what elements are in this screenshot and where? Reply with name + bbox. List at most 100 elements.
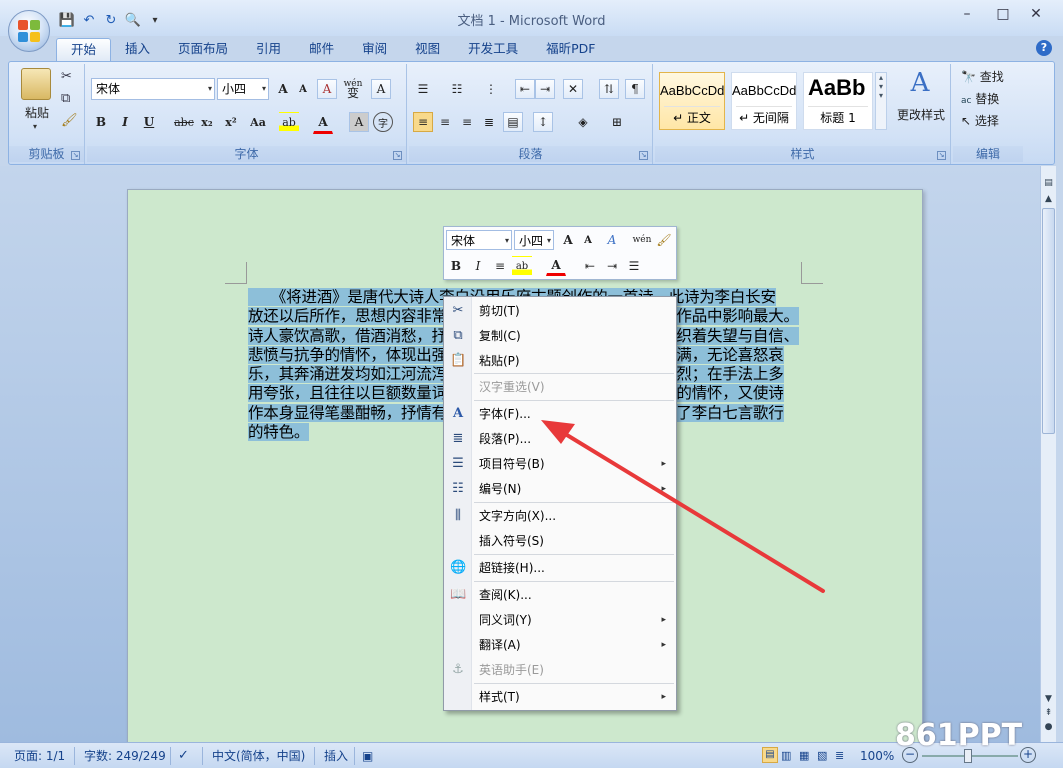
- paste-dropdown-icon[interactable]: ▾: [33, 122, 37, 131]
- underline-button[interactable]: U: [139, 112, 159, 132]
- vertical-scrollbar[interactable]: ▤ ▲ ▼ ⇞ ●: [1040, 166, 1056, 742]
- mini-increase-indent-icon[interactable]: ⇥: [602, 256, 622, 276]
- italic-button[interactable]: I: [115, 112, 135, 132]
- mini-italic-button[interactable]: I: [468, 256, 488, 276]
- mini-decrease-indent-icon[interactable]: ⇤: [580, 256, 600, 276]
- align-center-icon[interactable]: ≡: [435, 112, 455, 132]
- menu-item-hyperlink[interactable]: 🌐 超链接(H)...: [444, 556, 676, 580]
- scrollbar-thumb[interactable]: [1042, 208, 1055, 434]
- menu-item-research[interactable]: 📖 查阅(K)...: [444, 583, 676, 607]
- word-count[interactable]: 字数: 249/249: [84, 747, 166, 765]
- menu-item-text-direction[interactable]: ⫼ 文字方向(X)...: [444, 504, 676, 528]
- superscript-button[interactable]: x²: [221, 112, 241, 132]
- borders-icon[interactable]: ⊞: [607, 112, 627, 132]
- mini-center-icon[interactable]: ≡: [490, 256, 510, 276]
- clipboard-launcher-icon[interactable]: ↘: [71, 151, 80, 160]
- tab-page-layout[interactable]: 页面布局: [164, 38, 242, 62]
- justify-icon[interactable]: ≣: [479, 112, 499, 132]
- menu-item-font[interactable]: A 字体(F)...: [444, 402, 676, 426]
- mini-shrink-font-icon[interactable]: A: [578, 230, 598, 250]
- shrink-font-icon[interactable]: A: [293, 79, 313, 99]
- menu-item-synonyms[interactable]: 同义词(Y) ▸: [444, 608, 676, 632]
- paste-icon[interactable]: [21, 68, 51, 100]
- mini-highlight-icon[interactable]: ab: [512, 256, 532, 276]
- copy-icon[interactable]: ⧉: [61, 91, 70, 106]
- proofing-icon[interactable]: ✓: [178, 747, 189, 765]
- zoom-level[interactable]: 100%: [860, 747, 894, 765]
- sort-icon[interactable]: ⇅: [599, 79, 619, 99]
- bold-button[interactable]: B: [91, 112, 111, 132]
- character-shading-button[interactable]: A: [349, 112, 369, 132]
- menu-item-paragraph[interactable]: ≣ 段落(P)...: [444, 427, 676, 451]
- highlight-color-button[interactable]: ab: [279, 112, 299, 132]
- mini-bullets-icon[interactable]: ☰: [624, 256, 644, 276]
- bullets-icon[interactable]: ☰: [413, 79, 433, 99]
- format-painter-icon[interactable]: 🖌: [61, 113, 78, 128]
- line-spacing-icon[interactable]: ↕: [533, 112, 553, 132]
- tab-mailings[interactable]: 邮件: [295, 38, 348, 62]
- tab-home[interactable]: 开始: [56, 38, 112, 62]
- font-launcher-icon[interactable]: ↘: [393, 151, 402, 160]
- replace-button[interactable]: ac 替换: [961, 90, 999, 107]
- mini-bold-button[interactable]: B: [446, 256, 466, 276]
- macro-record-icon[interactable]: ▣: [362, 747, 373, 765]
- grow-font-icon[interactable]: A: [273, 79, 293, 99]
- enclose-characters-button[interactable]: 字: [373, 112, 393, 132]
- mini-grow-font-icon[interactable]: A: [558, 230, 578, 250]
- decrease-indent-icon[interactable]: ⇤: [515, 79, 535, 99]
- menu-item-bullets[interactable]: ☰ 项目符号(B) ▸: [444, 452, 676, 476]
- zoom-in-button[interactable]: +: [1020, 747, 1036, 763]
- change-case-button[interactable]: Aa: [245, 112, 271, 132]
- show-marks-icon[interactable]: ¶: [625, 79, 645, 99]
- find-button[interactable]: 🔭 查找: [961, 68, 1004, 85]
- mini-styles-icon[interactable]: A: [602, 230, 622, 250]
- clear-format-icon[interactable]: A: [317, 79, 337, 99]
- subscript-button[interactable]: x₂: [197, 112, 217, 132]
- page-count[interactable]: 页面: 1/1: [14, 747, 65, 765]
- font-size-combo[interactable]: 小四 ▾: [217, 78, 269, 100]
- menu-item-numbering[interactable]: ☷ 编号(N) ▸: [444, 477, 676, 501]
- shading-icon[interactable]: ◈: [573, 112, 593, 132]
- tab-references[interactable]: 引用: [242, 38, 295, 62]
- style-normal[interactable]: AaBbCcDd ↵ 正文: [659, 72, 725, 130]
- change-styles-button[interactable]: 更改样式: [893, 106, 949, 123]
- align-left-icon[interactable]: ≡: [413, 112, 433, 132]
- scroll-down-icon[interactable]: ▼: [1043, 694, 1054, 704]
- tab-developer[interactable]: 开发工具: [454, 38, 532, 62]
- close-button[interactable]: ✕: [1021, 6, 1051, 26]
- mini-phonetic-icon[interactable]: wén: [632, 230, 652, 250]
- select-button[interactable]: ↖ 选择: [961, 112, 999, 129]
- insert-mode[interactable]: 插入: [324, 747, 348, 765]
- previous-page-icon[interactable]: ⇞: [1043, 708, 1054, 718]
- draft-icon[interactable]: ≣: [835, 747, 844, 765]
- outline-icon[interactable]: ▧: [817, 747, 827, 765]
- ruler-toggle-icon[interactable]: ▤: [1043, 178, 1054, 190]
- font-name-combo[interactable]: 宋体 ▾: [91, 78, 215, 100]
- strikethrough-button[interactable]: abc: [171, 112, 197, 132]
- menu-item-insert-symbol[interactable]: 插入符号(S): [444, 529, 676, 553]
- web-layout-icon[interactable]: ▦: [799, 747, 809, 765]
- full-screen-reading-icon[interactable]: ▥: [781, 747, 791, 765]
- office-button[interactable]: [8, 10, 50, 52]
- maximize-button[interactable]: □: [988, 6, 1018, 26]
- mini-font-size-combo[interactable]: 小四 ▾: [514, 230, 554, 250]
- menu-item-styles[interactable]: 样式(T) ▸: [444, 685, 676, 709]
- mini-format-painter-icon[interactable]: 🖌: [654, 230, 674, 250]
- cut-icon[interactable]: ✂: [61, 69, 72, 84]
- styles-launcher-icon[interactable]: ↘: [937, 151, 946, 160]
- distributed-icon[interactable]: ▤: [503, 112, 523, 132]
- language-indicator[interactable]: 中文(简体，中国): [212, 747, 305, 765]
- chinese-layout-icon[interactable]: ✕: [563, 79, 583, 99]
- style-no-spacing[interactable]: AaBbCcDd ↵ 无间隔: [731, 72, 797, 130]
- align-right-icon[interactable]: ≡: [457, 112, 477, 132]
- minimize-button[interactable]: –: [952, 6, 982, 26]
- font-color-button[interactable]: A: [313, 112, 333, 134]
- mini-font-color-button[interactable]: A: [546, 256, 566, 276]
- multilevel-list-icon[interactable]: ⋮: [481, 79, 501, 99]
- change-styles-icon[interactable]: A: [895, 68, 945, 98]
- mini-font-name-combo[interactable]: 宋体 ▾: [446, 230, 512, 250]
- menu-item-copy[interactable]: ⧉ 复制(C): [444, 324, 676, 348]
- menu-item-paste[interactable]: 📋 粘贴(P): [444, 349, 676, 373]
- print-layout-icon[interactable]: ▤: [762, 747, 778, 763]
- character-border-icon[interactable]: A: [371, 79, 391, 99]
